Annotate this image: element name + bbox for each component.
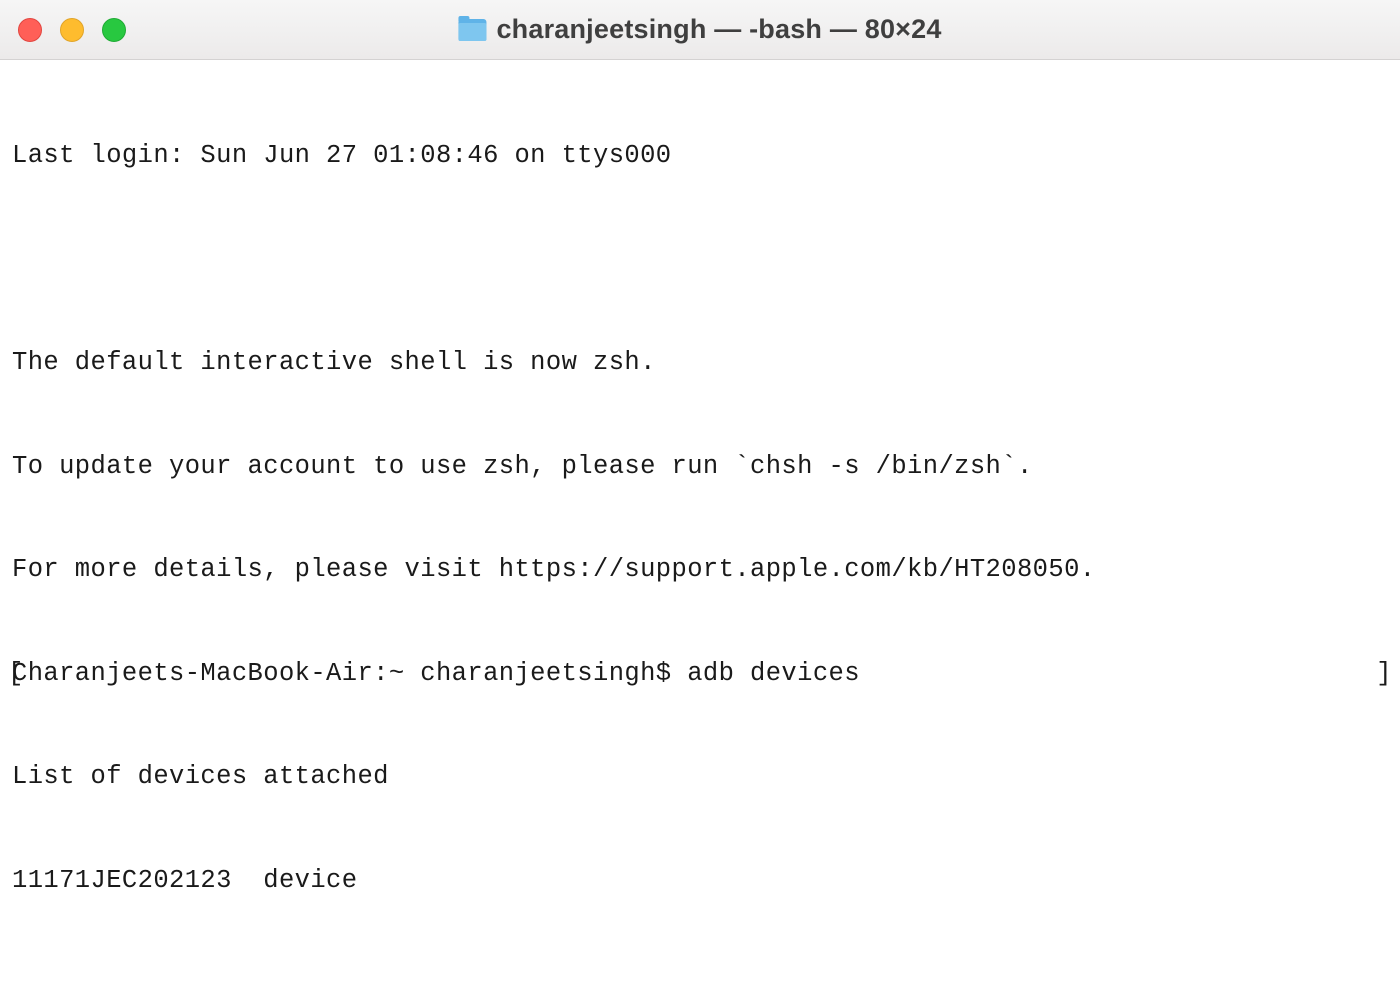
blank-line [12,243,1388,278]
traffic-lights [18,18,126,42]
line-shell-msg3: For more details, please visit https://s… [12,553,1388,588]
line-shell-msg2: To update your account to use zsh, pleas… [12,450,1388,485]
window-titlebar: charanjeetsingh — -bash — 80×24 [0,0,1400,60]
close-button[interactable] [18,18,42,42]
prompt-1: Charanjeets-MacBook-Air:~ charanjeetsing… [12,659,687,688]
minimize-button[interactable] [60,18,84,42]
line-last-login: Last login: Sun Jun 27 01:08:46 on ttys0… [12,139,1388,174]
bracket-left: [ [8,657,24,692]
terminal-output[interactable]: Last login: Sun Jun 27 01:08:46 on ttys0… [0,60,1400,1006]
output-1a: List of devices attached [12,760,1388,795]
window-title: charanjeetsingh — -bash — 80×24 [496,14,941,45]
blank-line [12,967,1388,1002]
bracket-right: ] [1376,657,1392,692]
command-1: adb devices [687,659,860,688]
output-1b: 11171JEC202123 device [12,864,1388,899]
window-title-wrap: charanjeetsingh — -bash — 80×24 [458,14,941,45]
line-shell-msg1: The default interactive shell is now zsh… [12,346,1388,381]
folder-icon [458,19,486,41]
prompt-row-1: [Charanjeets-MacBook-Air:~ charanjeetsin… [12,657,1388,692]
maximize-button[interactable] [102,18,126,42]
